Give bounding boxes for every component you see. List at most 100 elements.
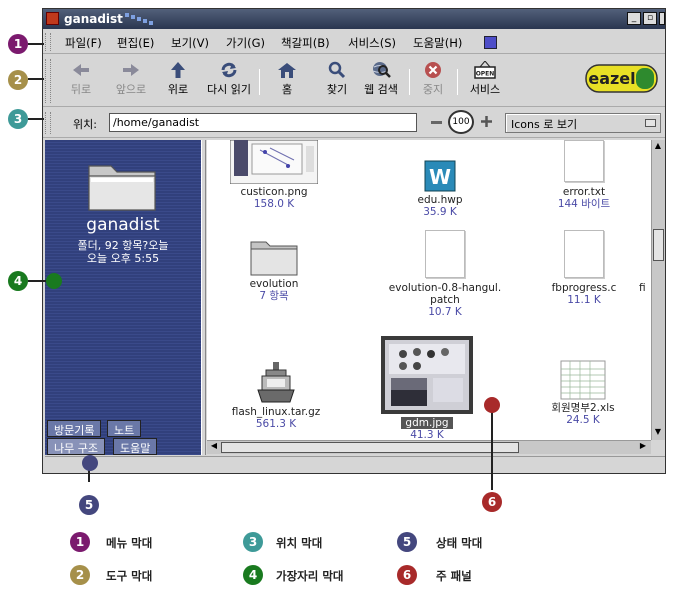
horizontal-scrollbar[interactable]: ◀ ▶: [207, 440, 651, 454]
zoom-level[interactable]: 100: [448, 110, 474, 134]
menu-view[interactable]: 보기(V): [171, 35, 209, 51]
toolbar-separator: [259, 69, 260, 95]
tab-tree[interactable]: 나무 구조: [47, 438, 105, 455]
menu-go[interactable]: 가기(G): [226, 35, 265, 51]
back-button[interactable]: 뒤로: [55, 61, 107, 97]
open-sign-icon: OPEN: [474, 61, 496, 79]
scroll-right-icon[interactable]: ▶: [637, 441, 649, 453]
window-title: ganadist: [64, 12, 123, 26]
zoom-in-button[interactable]: [480, 115, 493, 128]
web-search-button[interactable]: 웹 검색: [355, 61, 407, 97]
sidebar-info: 폴더, 92 항목?오늘 오늘 오후 5:55: [45, 239, 201, 265]
minimize-button[interactable]: _: [627, 12, 641, 25]
menu-bar-handle[interactable]: [45, 33, 51, 51]
title-bar[interactable]: ganadist _ ▫: [43, 9, 665, 29]
menu-file[interactable]: 파일(F): [65, 35, 102, 51]
reload-icon: [221, 62, 237, 78]
text-document-icon: [564, 140, 604, 182]
dropdown-arrow-icon: [645, 119, 656, 127]
file-manager-window: ganadist _ ▫ 파일(F) 편집(E) 보기(V) 가기(G) 책갈피…: [42, 8, 666, 474]
main-pane: custicon.png 158.0 K W edu.hwp 35.9 K er…: [207, 140, 651, 440]
reload-button[interactable]: 다시 읽기: [203, 61, 255, 97]
home-label: 홈: [281, 83, 293, 96]
menu-bar: 파일(F) 편집(E) 보기(V) 가기(G) 책갈피(B) 서비스(S) 도움…: [43, 30, 665, 54]
forward-button[interactable]: 앞으로: [105, 61, 157, 97]
up-button[interactable]: 위로: [152, 61, 204, 97]
view-mode-select[interactable]: Icons 로 보기: [505, 113, 661, 133]
legend-label: 주 패널: [436, 569, 472, 583]
pane-splitter[interactable]: [201, 140, 206, 455]
services-button[interactable]: OPEN 서비스: [459, 61, 511, 97]
toolbar-separator: [457, 69, 458, 95]
file-size: 144 바이트: [557, 198, 611, 210]
horizontal-scroll-thumb[interactable]: [221, 442, 519, 453]
legend-label: 가장자리 막대: [276, 569, 344, 583]
vertical-scroll-thumb[interactable]: [653, 229, 664, 261]
vertical-scrollbar[interactable]: ▲ ▼: [651, 140, 665, 440]
menu-bookmarks[interactable]: 책갈피(B): [281, 35, 330, 51]
eazel-logo[interactable]: eazel: [585, 64, 658, 93]
tool-bar-handle[interactable]: [45, 59, 51, 103]
scroll-up-icon[interactable]: ▲: [652, 141, 664, 153]
callout-1-badge: 1: [8, 34, 28, 54]
file-item[interactable]: fi: [639, 282, 651, 294]
file-item[interactable]: W edu.hwp 35.9 K: [395, 160, 485, 218]
zoom-out-button[interactable]: [431, 121, 442, 124]
scroll-left-icon[interactable]: ◀: [208, 441, 220, 453]
file-name: flash_linux.tar.gz: [231, 406, 321, 418]
tab-notes[interactable]: 노트: [107, 420, 142, 437]
spreadsheet-icon: [560, 360, 606, 400]
file-item[interactable]: flash_linux.tar.gz 561.3 K: [221, 362, 331, 430]
location-input[interactable]: [109, 113, 417, 132]
activity-indicator-icon: [484, 36, 497, 49]
maximize-button[interactable]: ▫: [643, 12, 657, 25]
legend-badge: 6: [397, 565, 417, 585]
eazel-logo-text: eazel: [588, 69, 635, 88]
up-label: 위로: [167, 83, 189, 96]
file-item[interactable]: fbprogress.c 11.1 K: [539, 230, 629, 306]
legend-badge: 5: [397, 532, 417, 552]
callout-5-badge: 5: [79, 495, 99, 515]
legend-label: 위치 막대: [276, 536, 323, 550]
legend-badge: 4: [243, 565, 263, 585]
menu-help[interactable]: 도움말(H): [413, 35, 462, 51]
status-bar: [45, 456, 665, 472]
tab-help[interactable]: 도움말: [113, 438, 158, 455]
location-label: 위치:: [73, 118, 97, 131]
location-bar-handle[interactable]: [45, 112, 51, 134]
scroll-down-icon[interactable]: ▼: [652, 427, 664, 439]
close-button[interactable]: [659, 12, 665, 25]
file-item[interactable]: error.txt 144 바이트: [539, 140, 629, 210]
open-sign-text: OPEN: [476, 71, 495, 78]
home-icon: [278, 63, 296, 78]
legend-badge: 2: [70, 565, 90, 585]
title-decoration-icon: [125, 13, 153, 25]
stop-icon: [425, 62, 441, 78]
file-size: 11.1 K: [567, 294, 601, 306]
file-item[interactable]: custicon.png 158.0 K: [229, 140, 319, 210]
tab-history[interactable]: 방문기록: [47, 420, 102, 437]
globe-search-icon: [372, 62, 391, 78]
callout-4-marker: [46, 273, 62, 289]
file-name: gdm.jpg: [401, 417, 453, 429]
stop-button[interactable]: 중지: [407, 61, 459, 97]
magnifier-icon: [328, 61, 346, 79]
file-name: error.txt: [562, 186, 606, 198]
menu-services[interactable]: 서비스(S): [348, 35, 396, 51]
file-name: 회원명부2.xls: [551, 402, 615, 414]
file-size: 561.3 K: [255, 418, 297, 430]
app-icon[interactable]: [46, 12, 59, 25]
callout-5-marker: [82, 455, 98, 471]
file-item[interactable]: 회원명부2.xls 24.5 K: [533, 360, 633, 426]
file-item[interactable]: evolution 7 항목: [229, 236, 319, 302]
callout-6-marker: [484, 397, 500, 413]
callout-3-badge: 3: [8, 109, 28, 129]
forward-label: 앞으로: [115, 83, 147, 96]
home-button[interactable]: 홈: [261, 61, 313, 97]
menu-edit[interactable]: 편집(E): [117, 35, 154, 51]
file-size: 158.0 K: [253, 198, 295, 210]
archive-vise-icon: [257, 362, 295, 403]
file-item-selected[interactable]: gdm.jpg 41.3 K: [379, 336, 475, 440]
web-search-label: 웹 검색: [364, 83, 398, 96]
file-item[interactable]: evolution-0.8-hangul. patch 10.7 K: [387, 230, 503, 318]
